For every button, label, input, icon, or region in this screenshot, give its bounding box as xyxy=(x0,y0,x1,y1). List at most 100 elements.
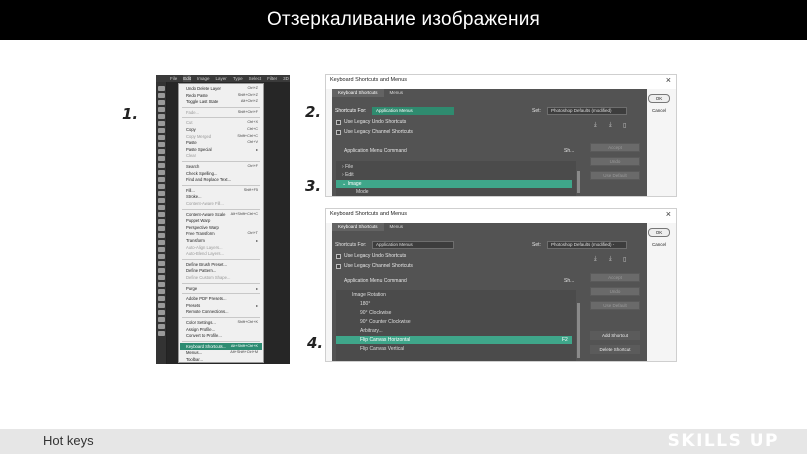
tool-icon[interactable] xyxy=(158,198,165,203)
menu-item[interactable]: Toolbar... xyxy=(186,357,203,362)
tool-icon[interactable] xyxy=(158,163,165,168)
menu-item[interactable]: Perspective Warp xyxy=(186,225,219,230)
save-set-icon[interactable]: ⤓ xyxy=(594,256,597,263)
tool-icon[interactable] xyxy=(158,219,165,224)
tool-icon[interactable] xyxy=(158,191,165,196)
menu-item[interactable]: Fade... xyxy=(186,110,199,115)
save-set-icon[interactable]: ⤓ xyxy=(594,122,597,129)
add-shortcut-button[interactable]: Add Shortcut xyxy=(590,331,640,340)
menu-item[interactable]: Fill... xyxy=(186,188,195,193)
menu-item[interactable]: Find and Replace Text... xyxy=(186,177,231,182)
delete-set-icon[interactable]: ▯ xyxy=(623,122,626,129)
menu-item[interactable]: Search xyxy=(186,164,199,169)
legacy-undo-checkbox[interactable] xyxy=(336,254,341,259)
menu-item[interactable]: Cut xyxy=(186,120,193,125)
tool-icon[interactable] xyxy=(158,212,165,217)
tool-icon[interactable] xyxy=(158,205,165,210)
list-item[interactable]: 180° xyxy=(336,300,572,308)
menu-item[interactable]: Copy Merged xyxy=(186,134,211,139)
menu-item[interactable]: Define Brush Preset... xyxy=(186,262,227,267)
undo-button[interactable]: Undo xyxy=(590,157,640,166)
menubar-item-type[interactable]: Type xyxy=(233,75,243,82)
menu-item[interactable]: Convert to Profile... xyxy=(186,333,222,338)
list-item[interactable]: 90° Clockwise xyxy=(336,309,572,317)
menu-item[interactable]: Transform xyxy=(186,238,205,243)
menu-item[interactable]: Remote Connections... xyxy=(186,309,229,314)
tool-icon[interactable] xyxy=(158,107,165,112)
close-icon[interactable]: × xyxy=(666,209,671,219)
list-item-flip-horizontal-selected[interactable]: Flip Canvas Horizontal F2 xyxy=(336,336,572,344)
menu-item[interactable]: Presets xyxy=(186,303,200,308)
tool-icon[interactable] xyxy=(158,296,165,301)
tab-menus[interactable]: Menus xyxy=(384,223,410,231)
legacy-channel-checkbox[interactable] xyxy=(336,264,341,269)
menu-item[interactable]: Color Settings... xyxy=(186,320,216,325)
menu-item[interactable]: Paste xyxy=(186,140,197,145)
tool-icon[interactable] xyxy=(158,254,165,259)
ok-button[interactable]: OK xyxy=(648,228,670,237)
tool-icon[interactable] xyxy=(158,177,165,182)
list-scrollbar[interactable] xyxy=(577,171,580,193)
tool-icon[interactable] xyxy=(158,114,165,119)
menu-item[interactable]: Auto-Align Layers... xyxy=(186,245,223,250)
tab-menus[interactable]: Menus xyxy=(384,89,410,97)
delete-shortcut-button[interactable]: Delete Shortcut xyxy=(590,345,640,354)
accept-button[interactable]: Accept xyxy=(590,143,640,152)
tool-icon[interactable] xyxy=(158,149,165,154)
tool-icon[interactable] xyxy=(158,226,165,231)
tool-icon[interactable] xyxy=(158,331,165,336)
menubar-item-layer[interactable]: Layer xyxy=(216,75,227,82)
tool-icon[interactable] xyxy=(158,135,165,140)
accept-button[interactable]: Accept xyxy=(590,273,640,282)
tool-icon[interactable] xyxy=(158,303,165,308)
tool-icon[interactable] xyxy=(158,261,165,266)
list-item-image-selected[interactable]: ⌄ Image xyxy=(336,180,572,188)
menu-item[interactable]: Clear xyxy=(186,153,196,158)
menu-item[interactable]: Check Spelling... xyxy=(186,171,217,176)
shortcuts-for-select[interactable]: Application Menus xyxy=(372,107,454,115)
tool-icon[interactable] xyxy=(158,156,165,161)
close-icon[interactable]: × xyxy=(666,75,671,85)
tool-icon[interactable] xyxy=(158,247,165,252)
cancel-button[interactable]: Cancel xyxy=(648,107,670,116)
new-set-icon[interactable]: ⤓ xyxy=(609,122,612,129)
set-select[interactable]: Photoshop Defaults (modified) - xyxy=(547,241,627,249)
menu-item[interactable]: Assign Profile... xyxy=(186,327,215,332)
menu-item[interactable]: Define Pattern... xyxy=(186,268,216,273)
menu-item[interactable]: Redo Paste xyxy=(186,93,208,98)
menubar-item-filter[interactable]: Filter xyxy=(267,75,277,82)
menu-item[interactable]: Purge xyxy=(186,286,197,291)
tool-icon[interactable] xyxy=(158,289,165,294)
menubar-item-image[interactable]: Image xyxy=(197,75,210,82)
list-item[interactable]: Flip Canvas Vertical xyxy=(336,345,572,353)
tool-icon[interactable] xyxy=(158,324,165,329)
menu-item[interactable]: Auto-Blend Layers... xyxy=(186,251,224,256)
set-select[interactable]: Photoshop Defaults (modified) xyxy=(547,107,627,115)
menu-item[interactable]: Adobe PDF Presets... xyxy=(186,296,227,301)
tool-icon[interactable] xyxy=(158,100,165,105)
menu-item[interactable]: Free Transform xyxy=(186,231,215,236)
menu-item[interactable]: Define Custom Shape... xyxy=(186,275,230,280)
list-item[interactable]: Mode xyxy=(336,188,572,196)
list-item[interactable]: Arbitrary... xyxy=(336,327,572,335)
menubar-item-file[interactable]: File xyxy=(170,75,177,82)
ok-button[interactable]: OK xyxy=(648,94,670,103)
legacy-undo-checkbox[interactable] xyxy=(336,120,341,125)
menu-item[interactable]: Undo Delete Layer xyxy=(186,86,221,91)
list-item[interactable]: › File xyxy=(336,163,572,171)
list-item[interactable]: Image Rotation xyxy=(336,291,572,299)
tab-keyboard-shortcuts[interactable]: Keyboard Shortcuts xyxy=(332,223,384,231)
shortcuts-for-select[interactable]: Application Menus xyxy=(372,241,454,249)
tool-icon[interactable] xyxy=(158,86,165,91)
menubar-item-edit[interactable]: Edit xyxy=(183,75,192,82)
tool-icon[interactable] xyxy=(158,170,165,175)
menubar-item-3d[interactable]: 3D xyxy=(283,75,289,82)
list-item[interactable]: 90° Counter Clockwise xyxy=(336,318,572,326)
list-scrollbar[interactable] xyxy=(577,303,580,358)
tool-icon[interactable] xyxy=(158,268,165,273)
use-default-button[interactable]: Use Default xyxy=(590,301,640,310)
menu-item[interactable]: Puppet Warp xyxy=(186,218,210,223)
menu-item[interactable]: Copy xyxy=(186,127,196,132)
tool-icon[interactable] xyxy=(158,317,165,322)
tab-keyboard-shortcuts[interactable]: Keyboard Shortcuts xyxy=(332,89,384,97)
